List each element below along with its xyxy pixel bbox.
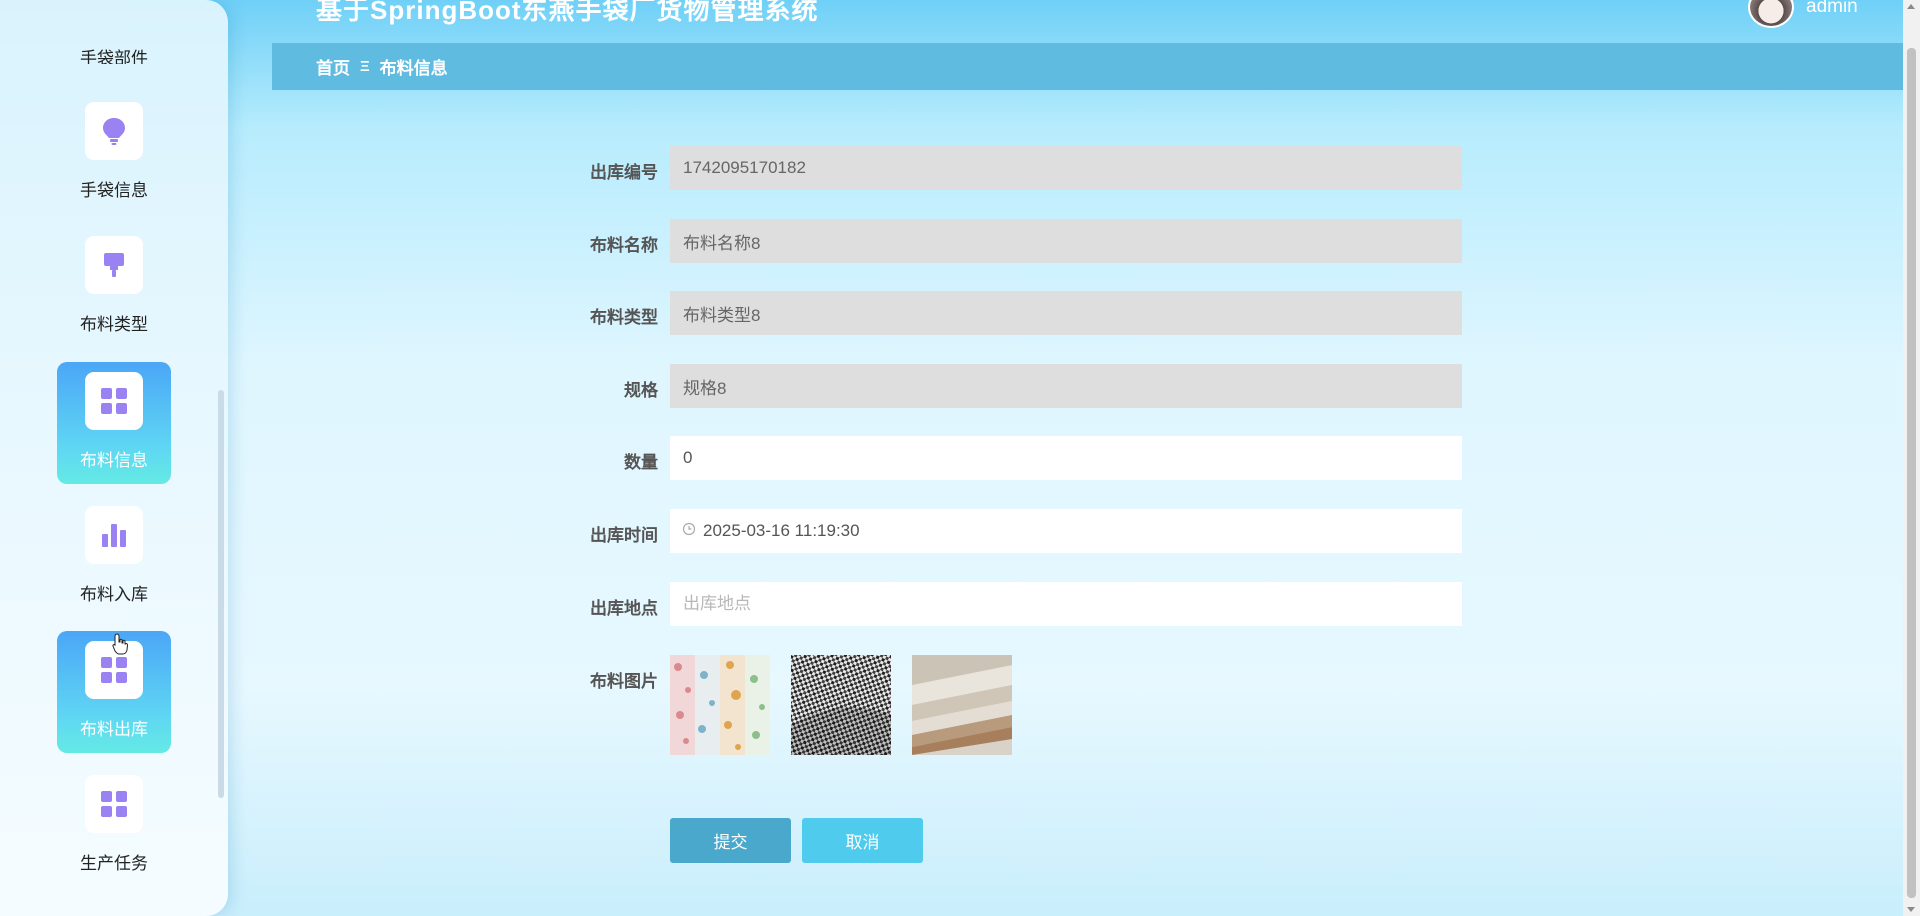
grid-icon — [85, 372, 143, 430]
sidebar-item-label: 布料信息 — [80, 451, 148, 470]
grid-icon — [85, 775, 143, 833]
brush-icon — [85, 236, 143, 294]
hand-cursor-icon — [112, 633, 128, 655]
out-time-value: 2025-03-16 11:19:30 — [703, 521, 860, 540]
out-no-field[interactable] — [670, 146, 1462, 190]
fabric-image-floral[interactable] — [670, 655, 770, 755]
sidebar-item-fabric-type[interactable]: 布料类型 — [57, 226, 171, 348]
sidebar: 手袋部件 手袋信息 布料类型 布料信息 布料入库 布料出库 生产任务 — [0, 0, 228, 916]
form-row-out-time: 出库时间 2025-03-16 11:19:30 — [540, 509, 1462, 553]
sidebar-scrollbar[interactable] — [218, 390, 224, 798]
sidebar-item-label: 手袋信息 — [80, 181, 148, 200]
sidebar-item-handbag-parts[interactable]: 手袋部件 — [0, 46, 228, 64]
bar-chart-icon — [85, 506, 143, 564]
form-row-fabric-name: 布料名称 — [540, 219, 1462, 263]
clock-icon — [682, 522, 696, 536]
scroll-up-icon[interactable] — [1907, 4, 1915, 9]
page-scrollbar[interactable] — [1903, 0, 1920, 916]
scroll-down-icon[interactable] — [1907, 907, 1915, 912]
field-label: 数量 — [624, 453, 658, 472]
sidebar-item-fabric-inbound[interactable]: 布料入库 — [57, 496, 171, 618]
sidebar-item-label: 布料入库 — [80, 585, 148, 604]
form-row-out-no: 出库编号 — [540, 146, 1462, 190]
app-title: 基于SpringBoot东燕手袋厂货物管理系统 — [316, 0, 819, 25]
fabric-type-field[interactable] — [670, 291, 1462, 335]
sidebar-item-production-task[interactable]: 生产任务 — [57, 765, 171, 887]
sidebar-item-fabric-info[interactable]: 布料信息 — [57, 362, 171, 484]
sidebar-item-handbag-info[interactable]: 手袋信息 — [57, 92, 171, 214]
breadcrumb-current: 布料信息 — [379, 59, 448, 78]
sidebar-item-label: 布料出库 — [80, 720, 148, 739]
breadcrumb-separator-icon: Ξ — [360, 58, 370, 75]
form-row-quantity: 数量 — [540, 436, 1462, 480]
field-label: 布料类型 — [590, 308, 658, 327]
cancel-button[interactable]: 取消 — [802, 818, 923, 863]
sidebar-item-label: 生产任务 — [80, 854, 148, 873]
fabric-image-linen[interactable] — [912, 655, 1012, 755]
breadcrumb-home[interactable]: 首页 — [316, 54, 350, 79]
field-label: 规格 — [624, 381, 658, 400]
fabric-name-field[interactable] — [670, 219, 1462, 263]
lightbulb-icon — [85, 102, 143, 160]
spec-field[interactable] — [670, 364, 1462, 408]
form-row-fabric-type: 布料类型 — [540, 291, 1462, 335]
field-label: 布料图片 — [590, 672, 658, 691]
field-label: 布料名称 — [590, 236, 658, 255]
field-label: 出库地点 — [590, 599, 658, 618]
field-label: 出库编号 — [590, 163, 658, 182]
quantity-field[interactable] — [670, 436, 1462, 480]
form-row-spec: 规格 — [540, 364, 1462, 408]
sidebar-item-label: 布料类型 — [80, 315, 148, 334]
breadcrumb: 首页 Ξ 布料信息 — [272, 43, 1904, 90]
scrollbar-thumb[interactable] — [1907, 48, 1916, 898]
out-location-field[interactable] — [670, 582, 1462, 626]
submit-button[interactable]: 提交 — [670, 818, 791, 863]
out-time-picker[interactable]: 2025-03-16 11:19:30 — [670, 509, 1462, 553]
username[interactable]: admin — [1806, 0, 1858, 18]
fabric-image-houndstooth[interactable] — [791, 655, 891, 755]
form-row-out-location: 出库地点 — [540, 582, 1462, 626]
avatar[interactable] — [1748, 0, 1794, 28]
field-label: 出库时间 — [590, 526, 658, 545]
